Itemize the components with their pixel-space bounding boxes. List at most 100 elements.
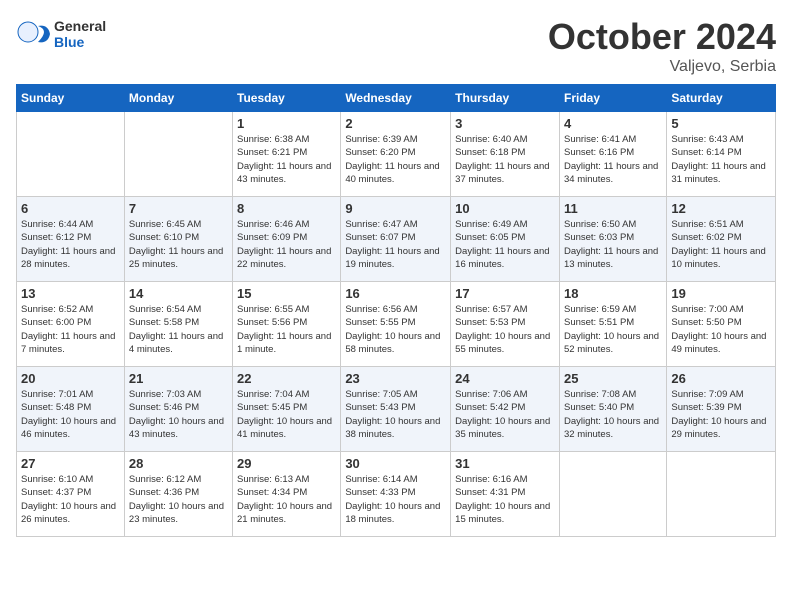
- day-number: 1: [237, 116, 336, 131]
- day-info: Sunrise: 6:54 AM Sunset: 5:58 PM Dayligh…: [129, 303, 228, 356]
- day-number: 31: [455, 456, 555, 471]
- calendar-week-row: 20 Sunrise: 7:01 AM Sunset: 5:48 PM Dayli…: [17, 367, 776, 452]
- calendar-cell: 5 Sunrise: 6:43 AM Sunset: 6:14 PM Daylig…: [667, 112, 776, 197]
- day-info: Sunrise: 7:00 AM Sunset: 5:50 PM Dayligh…: [671, 303, 771, 356]
- month-title: October 2024: [548, 16, 776, 58]
- calendar-cell: 14 Sunrise: 6:54 AM Sunset: 5:58 PM Dayli…: [124, 282, 232, 367]
- logo: General Blue: [16, 16, 106, 52]
- calendar-week-row: 13Sunrise: 6:52 AM Sunset: 6:00 PM Dayli…: [17, 282, 776, 367]
- weekday-header: Friday: [559, 85, 666, 112]
- calendar-week-row: 6 Sunrise: 6:44 AM Sunset: 6:12 PM Daylig…: [17, 197, 776, 282]
- day-info: Sunrise: 6:43 AM Sunset: 6:14 PM Dayligh…: [671, 133, 771, 186]
- day-info: Sunrise: 6:55 AM Sunset: 5:56 PM Dayligh…: [237, 303, 336, 356]
- weekday-header: Sunday: [17, 85, 125, 112]
- weekday-header: Monday: [124, 85, 232, 112]
- calendar-cell: [667, 452, 776, 537]
- calendar-cell: 11Sunrise: 6:50 AM Sunset: 6:03 PM Dayli…: [559, 197, 666, 282]
- day-number: 15: [237, 286, 336, 301]
- day-info: Sunrise: 6:56 AM Sunset: 5:55 PM Dayligh…: [345, 303, 446, 356]
- day-number: 17: [455, 286, 555, 301]
- calendar-cell: 22 Sunrise: 7:04 AM Sunset: 5:45 PM Dayli…: [233, 367, 341, 452]
- logo-text: General Blue: [54, 18, 106, 50]
- day-info: Sunrise: 7:05 AM Sunset: 5:43 PM Dayligh…: [345, 388, 446, 441]
- calendar-cell: [17, 112, 125, 197]
- day-number: 20: [21, 371, 120, 386]
- day-info: Sunrise: 6:45 AM Sunset: 6:10 PM Dayligh…: [129, 218, 228, 271]
- day-info: Sunrise: 6:41 AM Sunset: 6:16 PM Dayligh…: [564, 133, 662, 186]
- day-info: Sunrise: 6:47 AM Sunset: 6:07 PM Dayligh…: [345, 218, 446, 271]
- day-number: 11: [564, 201, 662, 216]
- calendar-cell: 29 Sunrise: 6:13 AM Sunset: 4:34 PM Dayli…: [233, 452, 341, 537]
- day-number: 25: [564, 371, 662, 386]
- day-info: Sunrise: 6:13 AM Sunset: 4:34 PM Dayligh…: [237, 473, 336, 526]
- day-number: 9: [345, 201, 446, 216]
- day-info: Sunrise: 7:08 AM Sunset: 5:40 PM Dayligh…: [564, 388, 662, 441]
- day-number: 23: [345, 371, 446, 386]
- day-number: 27: [21, 456, 120, 471]
- calendar-cell: [559, 452, 666, 537]
- calendar-cell: 6 Sunrise: 6:44 AM Sunset: 6:12 PM Daylig…: [17, 197, 125, 282]
- day-info: Sunrise: 7:01 AM Sunset: 5:48 PM Dayligh…: [21, 388, 120, 441]
- day-info: Sunrise: 6:39 AM Sunset: 6:20 PM Dayligh…: [345, 133, 446, 186]
- day-number: 5: [671, 116, 771, 131]
- day-number: 19: [671, 286, 771, 301]
- calendar-cell: 16 Sunrise: 6:56 AM Sunset: 5:55 PM Dayli…: [341, 282, 451, 367]
- calendar-week-row: 1 Sunrise: 6:38 AM Sunset: 6:21 PM Daylig…: [17, 112, 776, 197]
- day-info: Sunrise: 6:49 AM Sunset: 6:05 PM Dayligh…: [455, 218, 555, 271]
- day-info: Sunrise: 6:16 AM Sunset: 4:31 PM Dayligh…: [455, 473, 555, 526]
- calendar-cell: 31 Sunrise: 6:16 AM Sunset: 4:31 PM Dayli…: [451, 452, 560, 537]
- calendar-cell: 20 Sunrise: 7:01 AM Sunset: 5:48 PM Dayli…: [17, 367, 125, 452]
- day-number: 2: [345, 116, 446, 131]
- day-number: 7: [129, 201, 228, 216]
- calendar-cell: 13Sunrise: 6:52 AM Sunset: 6:00 PM Dayli…: [17, 282, 125, 367]
- day-info: Sunrise: 6:51 AM Sunset: 6:02 PM Dayligh…: [671, 218, 771, 271]
- calendar-cell: 27Sunrise: 6:10 AM Sunset: 4:37 PM Dayli…: [17, 452, 125, 537]
- day-info: Sunrise: 6:59 AM Sunset: 5:51 PM Dayligh…: [564, 303, 662, 356]
- location: Valjevo, Serbia: [548, 58, 776, 76]
- day-info: Sunrise: 6:52 AM Sunset: 6:00 PM Dayligh…: [21, 303, 120, 356]
- day-number: 22: [237, 371, 336, 386]
- calendar-cell: 18 Sunrise: 6:59 AM Sunset: 5:51 PM Dayli…: [559, 282, 666, 367]
- day-number: 3: [455, 116, 555, 131]
- day-number: 14: [129, 286, 228, 301]
- day-info: Sunrise: 6:57 AM Sunset: 5:53 PM Dayligh…: [455, 303, 555, 356]
- calendar-cell: 8Sunrise: 6:46 AM Sunset: 6:09 PM Daylig…: [233, 197, 341, 282]
- day-number: 6: [21, 201, 120, 216]
- day-number: 24: [455, 371, 555, 386]
- calendar-cell: 12 Sunrise: 6:51 AM Sunset: 6:02 PM Dayli…: [667, 197, 776, 282]
- calendar-cell: 25 Sunrise: 7:08 AM Sunset: 5:40 PM Dayli…: [559, 367, 666, 452]
- calendar-cell: 23 Sunrise: 7:05 AM Sunset: 5:43 PM Dayli…: [341, 367, 451, 452]
- day-number: 18: [564, 286, 662, 301]
- day-number: 16: [345, 286, 446, 301]
- day-number: 26: [671, 371, 771, 386]
- calendar-cell: 2 Sunrise: 6:39 AM Sunset: 6:20 PM Daylig…: [341, 112, 451, 197]
- logo-blue: Blue: [54, 34, 106, 50]
- calendar-cell: 10 Sunrise: 6:49 AM Sunset: 6:05 PM Dayli…: [451, 197, 560, 282]
- calendar: SundayMondayTuesdayWednesdayThursdayFrid…: [16, 84, 776, 537]
- calendar-cell: 9 Sunrise: 6:47 AM Sunset: 6:07 PM Daylig…: [341, 197, 451, 282]
- calendar-cell: 24 Sunrise: 7:06 AM Sunset: 5:42 PM Dayli…: [451, 367, 560, 452]
- day-info: Sunrise: 7:04 AM Sunset: 5:45 PM Dayligh…: [237, 388, 336, 441]
- calendar-cell: 28Sunrise: 6:12 AM Sunset: 4:36 PM Dayli…: [124, 452, 232, 537]
- day-info: Sunrise: 6:38 AM Sunset: 6:21 PM Dayligh…: [237, 133, 336, 186]
- day-number: 12: [671, 201, 771, 216]
- day-info: Sunrise: 6:44 AM Sunset: 6:12 PM Dayligh…: [21, 218, 120, 271]
- calendar-cell: 26Sunrise: 7:09 AM Sunset: 5:39 PM Dayli…: [667, 367, 776, 452]
- weekday-header: Wednesday: [341, 85, 451, 112]
- title-block: October 2024 Valjevo, Serbia: [548, 16, 776, 76]
- page-header: General Blue October 2024 Valjevo, Serbi…: [16, 16, 776, 76]
- logo-icon: [16, 16, 52, 52]
- calendar-cell: [124, 112, 232, 197]
- calendar-cell: 7 Sunrise: 6:45 AM Sunset: 6:10 PM Daylig…: [124, 197, 232, 282]
- day-info: Sunrise: 6:46 AM Sunset: 6:09 PM Dayligh…: [237, 218, 336, 271]
- day-info: Sunrise: 6:40 AM Sunset: 6:18 PM Dayligh…: [455, 133, 555, 186]
- day-info: Sunrise: 7:06 AM Sunset: 5:42 PM Dayligh…: [455, 388, 555, 441]
- weekday-header: Tuesday: [233, 85, 341, 112]
- calendar-cell: 4Sunrise: 6:41 AM Sunset: 6:16 PM Daylig…: [559, 112, 666, 197]
- day-info: Sunrise: 7:03 AM Sunset: 5:46 PM Dayligh…: [129, 388, 228, 441]
- day-number: 10: [455, 201, 555, 216]
- calendar-cell: 15 Sunrise: 6:55 AM Sunset: 5:56 PM Dayli…: [233, 282, 341, 367]
- day-number: 29: [237, 456, 336, 471]
- day-info: Sunrise: 6:14 AM Sunset: 4:33 PM Dayligh…: [345, 473, 446, 526]
- weekday-header: Saturday: [667, 85, 776, 112]
